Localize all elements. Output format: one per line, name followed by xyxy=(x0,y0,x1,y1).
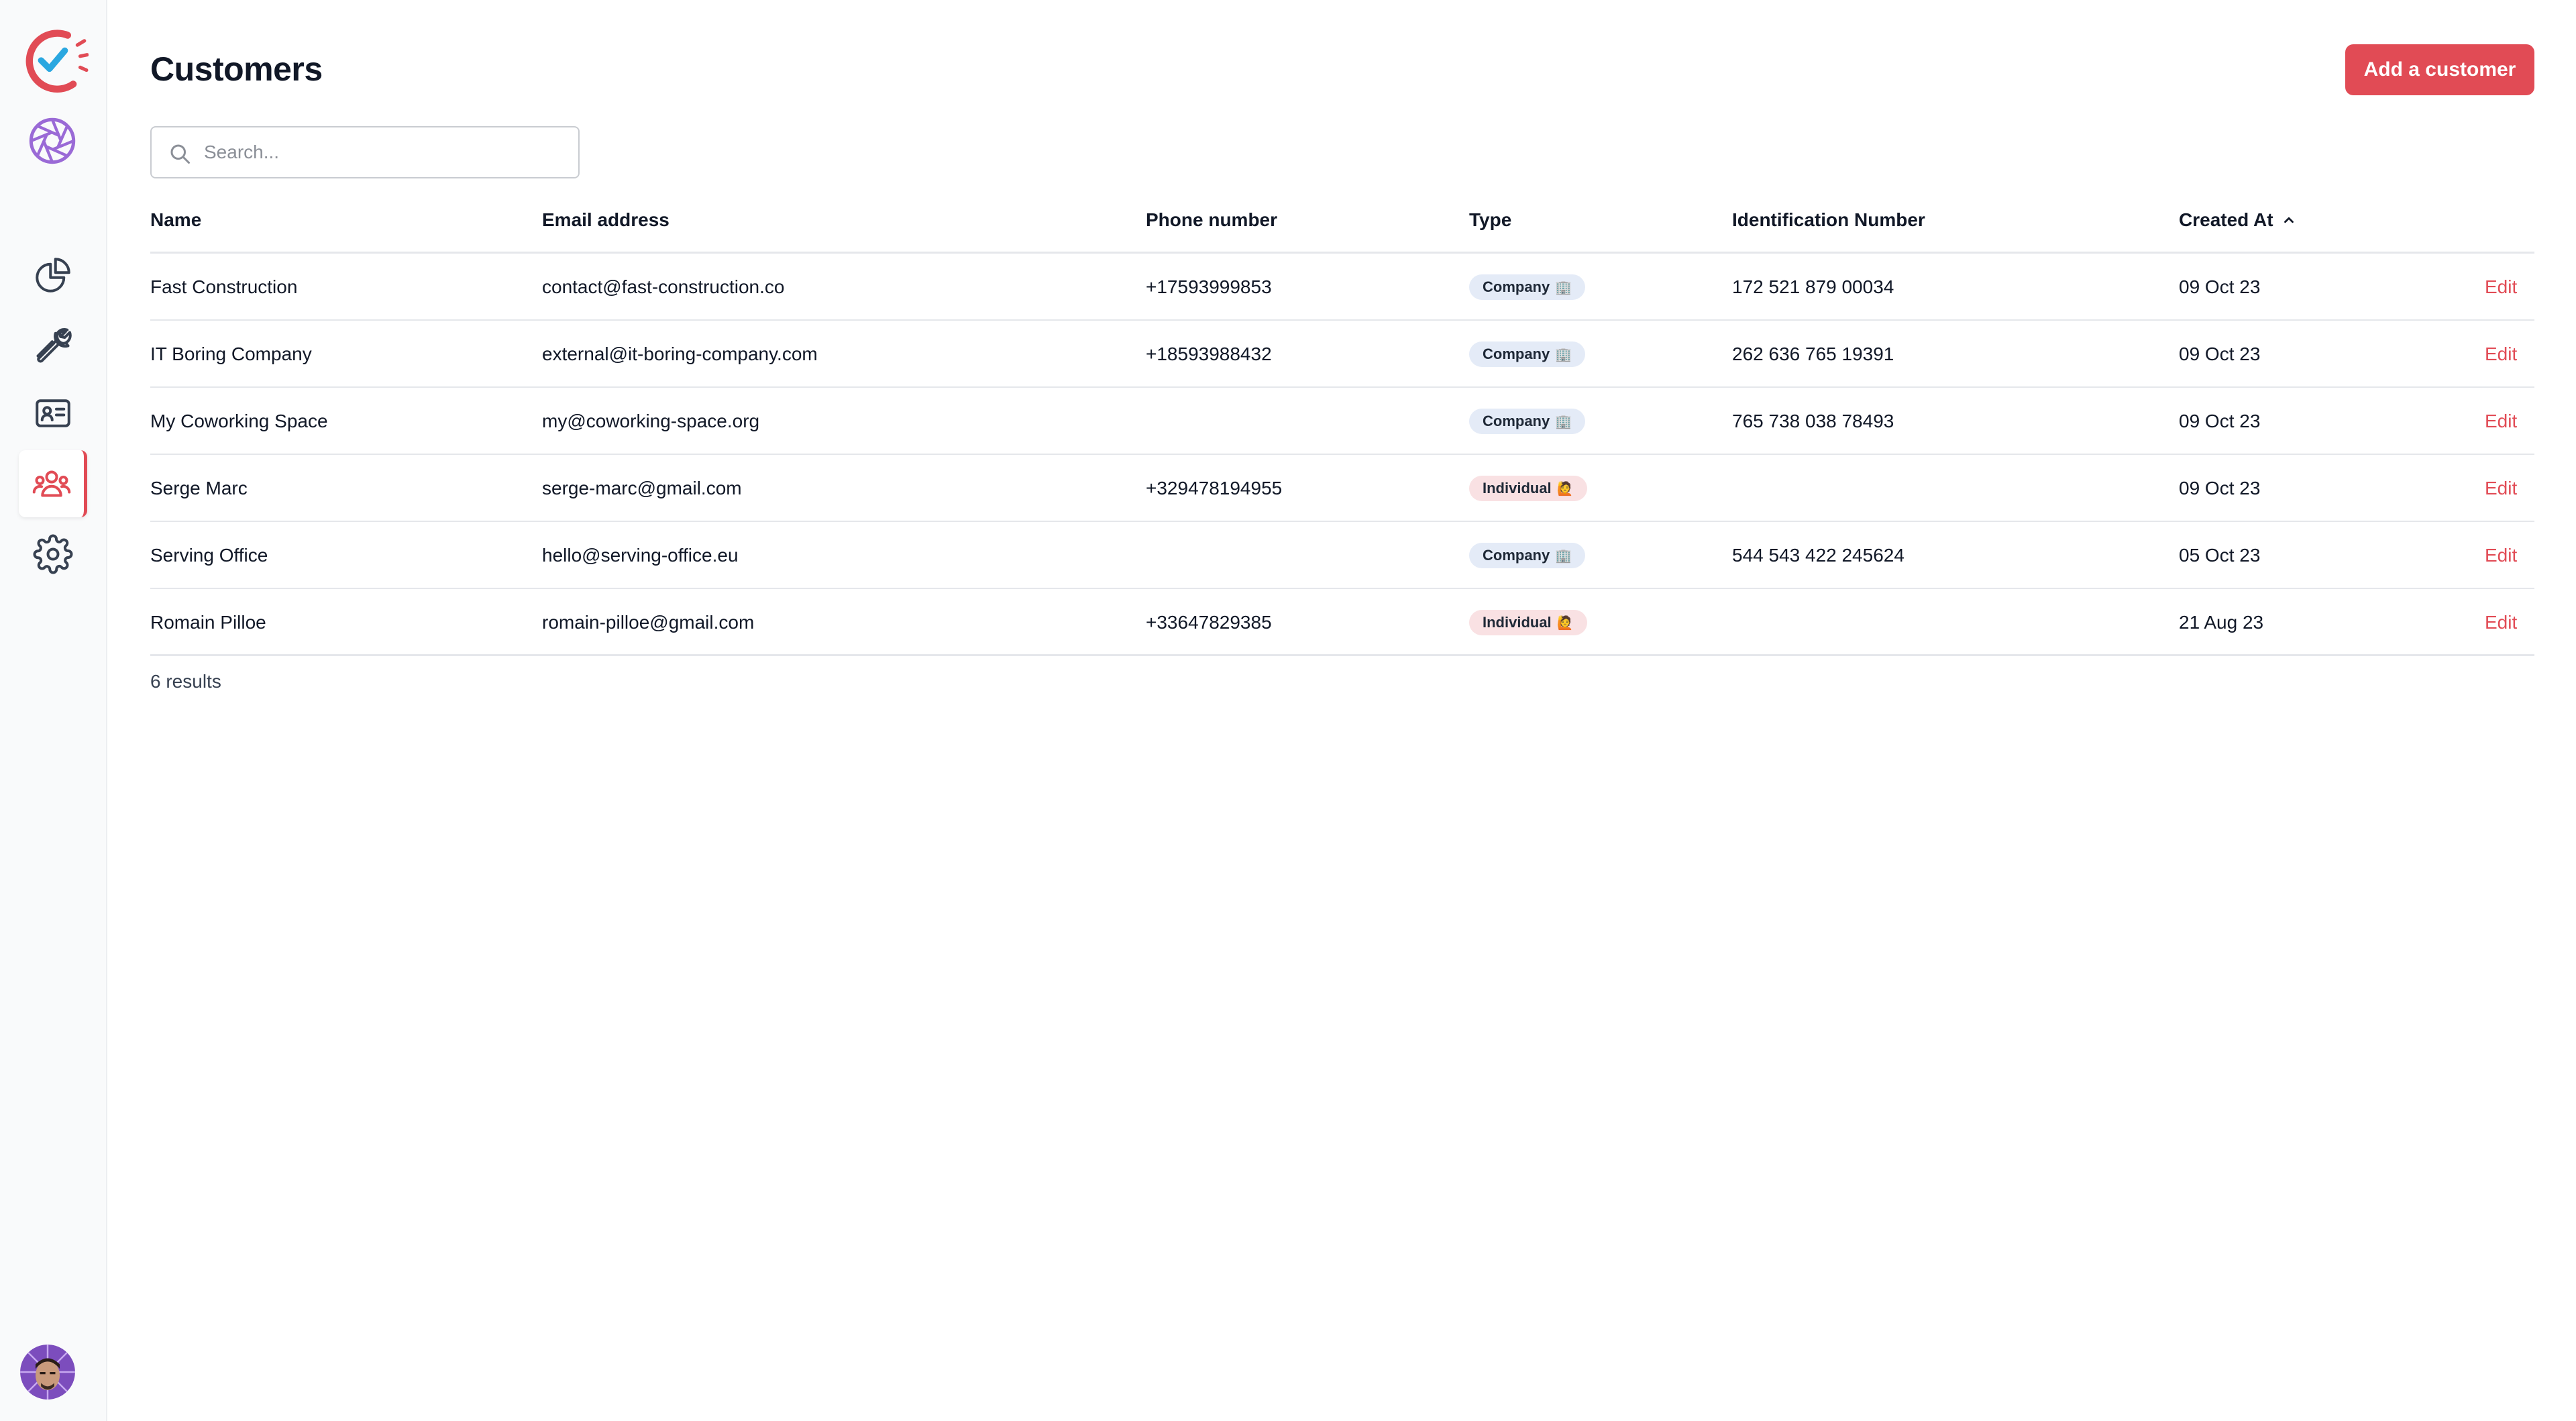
sidebar-item-settings[interactable] xyxy=(19,521,87,588)
customer-created-at: 05 Oct 23 xyxy=(2179,545,2261,566)
customer-phone: +18593988432 xyxy=(1146,344,1272,364)
customer-email: hello@serving-office.eu xyxy=(542,545,739,566)
edit-link[interactable]: Edit xyxy=(2485,455,2517,522)
customer-type: Company 🏢 xyxy=(1469,388,1586,455)
type-badge-label: Company xyxy=(1483,346,1550,362)
type-badge-emoji: 🏢 xyxy=(1555,414,1572,429)
column-header-type[interactable]: Type xyxy=(1469,209,1511,231)
customer-phone: +33647829385 xyxy=(1146,612,1272,633)
customer-email: contact@fast-construction.co xyxy=(542,276,785,297)
type-badge: Company 🏢 xyxy=(1469,341,1586,367)
customers-table: Name Email address Phone number Type Ide… xyxy=(150,195,2534,656)
column-header-phone[interactable]: Phone number xyxy=(1146,209,1277,231)
type-badge: Individual 🙋 xyxy=(1469,610,1587,635)
table-body: Fast Construction contact@fast-construct… xyxy=(150,254,2534,656)
edit-link[interactable]: Edit xyxy=(2485,388,2517,455)
customer-id-number: 765 738 038 78493 xyxy=(1732,411,1894,431)
table-row[interactable]: My Coworking Space my@coworking-space.or… xyxy=(150,388,2534,455)
table-row[interactable]: Serge Marc serge-marc@gmail.com +3294781… xyxy=(150,455,2534,522)
customer-type: Individual 🙋 xyxy=(1469,455,1587,522)
app-window: Customers Add a customer Name Email addr… xyxy=(0,0,2576,1421)
customer-name: Fast Construction xyxy=(150,276,298,297)
customer-name: IT Boring Company xyxy=(150,344,312,364)
customer-created-at: 09 Oct 23 xyxy=(2179,276,2261,297)
edit-customer-link[interactable]: Edit xyxy=(2485,344,2517,365)
type-badge: Individual 🙋 xyxy=(1469,476,1587,501)
type-badge-label: Individual xyxy=(1483,614,1552,631)
column-header-email[interactable]: Email address xyxy=(542,209,669,231)
page-title: Customers xyxy=(150,50,323,88)
customer-email: external@it-boring-company.com xyxy=(542,344,818,364)
customer-type: Individual 🙋 xyxy=(1469,589,1587,656)
type-badge: Company 🏢 xyxy=(1469,409,1586,434)
search-input[interactable] xyxy=(204,136,566,169)
type-badge-label: Company xyxy=(1483,547,1550,564)
sidebar-item-tools[interactable] xyxy=(19,311,87,378)
app-logo-icon[interactable] xyxy=(19,25,89,95)
edit-customer-link[interactable]: Edit xyxy=(2485,411,2517,432)
contact-card-icon xyxy=(36,399,70,427)
type-badge-label: Company xyxy=(1483,413,1550,429)
table-row[interactable]: IT Boring Company external@it-boring-com… xyxy=(150,321,2534,388)
customer-created-at: 09 Oct 23 xyxy=(2179,344,2261,364)
type-badge-emoji: 🏢 xyxy=(1555,548,1572,564)
type-badge-emoji: 🏢 xyxy=(1555,280,1572,295)
customer-created-at: 21 Aug 23 xyxy=(2179,612,2264,633)
customer-type: Company 🏢 xyxy=(1469,321,1586,388)
sidebar-item-customers[interactable] xyxy=(19,450,87,517)
workspace-aperture-icon[interactable] xyxy=(28,117,76,165)
customer-phone: +329478194955 xyxy=(1146,478,1283,498)
chevron-up-icon[interactable] xyxy=(2282,213,2296,227)
search-icon xyxy=(170,144,190,164)
table-row[interactable]: Romain Pilloe romain-pilloe@gmail.com +3… xyxy=(150,589,2534,656)
customer-name: Romain Pilloe xyxy=(150,612,266,633)
edit-customer-link[interactable]: Edit xyxy=(2485,478,2517,499)
customer-created-at: 09 Oct 23 xyxy=(2179,411,2261,431)
type-badge-label: Individual xyxy=(1483,480,1552,496)
results-count: 6 results xyxy=(150,671,221,692)
add-customer-button[interactable]: Add a customer xyxy=(2345,44,2534,95)
edit-customer-link[interactable]: Edit xyxy=(2485,276,2517,298)
sidebar-item-contacts[interactable] xyxy=(19,380,87,447)
table-row[interactable]: Serving Office hello@serving-office.eu C… xyxy=(150,522,2534,589)
type-badge-emoji: 🙋 xyxy=(1556,615,1574,631)
customer-email: my@coworking-space.org xyxy=(542,411,760,431)
type-badge: Company 🏢 xyxy=(1469,543,1586,568)
type-badge: Company 🏢 xyxy=(1469,274,1586,300)
column-header-name[interactable]: Name xyxy=(150,209,201,231)
customer-id-number: 544 543 422 245624 xyxy=(1732,545,1904,566)
users-icon xyxy=(32,470,70,497)
edit-customer-link[interactable]: Edit xyxy=(2485,612,2517,633)
column-header-created-at[interactable]: Created At xyxy=(2179,209,2296,231)
customer-name: Serving Office xyxy=(150,545,268,566)
type-badge-emoji: 🙋 xyxy=(1556,481,1574,496)
edit-customer-link[interactable]: Edit xyxy=(2485,545,2517,566)
table-header: Name Email address Phone number Type Ide… xyxy=(150,195,2534,254)
customer-id-number: 262 636 765 19391 xyxy=(1732,344,1894,364)
pie-chart-icon xyxy=(36,258,70,293)
gear-icon xyxy=(33,534,73,574)
user-avatar[interactable] xyxy=(20,1345,75,1400)
type-badge-label: Company xyxy=(1483,278,1550,295)
customer-name: Serge Marc xyxy=(150,478,248,498)
type-badge-emoji: 🏢 xyxy=(1555,347,1572,362)
edit-link[interactable]: Edit xyxy=(2485,254,2517,321)
edit-link[interactable]: Edit xyxy=(2485,589,2517,656)
customer-email: serge-marc@gmail.com xyxy=(542,478,742,498)
sidebar-item-dashboard[interactable] xyxy=(19,242,87,309)
sidebar xyxy=(0,0,107,1421)
edit-link[interactable]: Edit xyxy=(2485,522,2517,589)
customer-created-at: 09 Oct 23 xyxy=(2179,478,2261,498)
customer-type: Company 🏢 xyxy=(1469,254,1586,321)
customer-name: My Coworking Space xyxy=(150,411,328,431)
customer-id-number: 172 521 879 00034 xyxy=(1732,276,1894,297)
search-box[interactable] xyxy=(150,126,580,178)
wrench-icon xyxy=(36,328,72,363)
table-row[interactable]: Fast Construction contact@fast-construct… xyxy=(150,254,2534,321)
edit-link[interactable]: Edit xyxy=(2485,321,2517,388)
customer-type: Company 🏢 xyxy=(1469,522,1586,589)
customer-email: romain-pilloe@gmail.com xyxy=(542,612,755,633)
customer-phone: +17593999853 xyxy=(1146,276,1272,297)
column-header-id-number[interactable]: Identification Number xyxy=(1732,209,1925,231)
